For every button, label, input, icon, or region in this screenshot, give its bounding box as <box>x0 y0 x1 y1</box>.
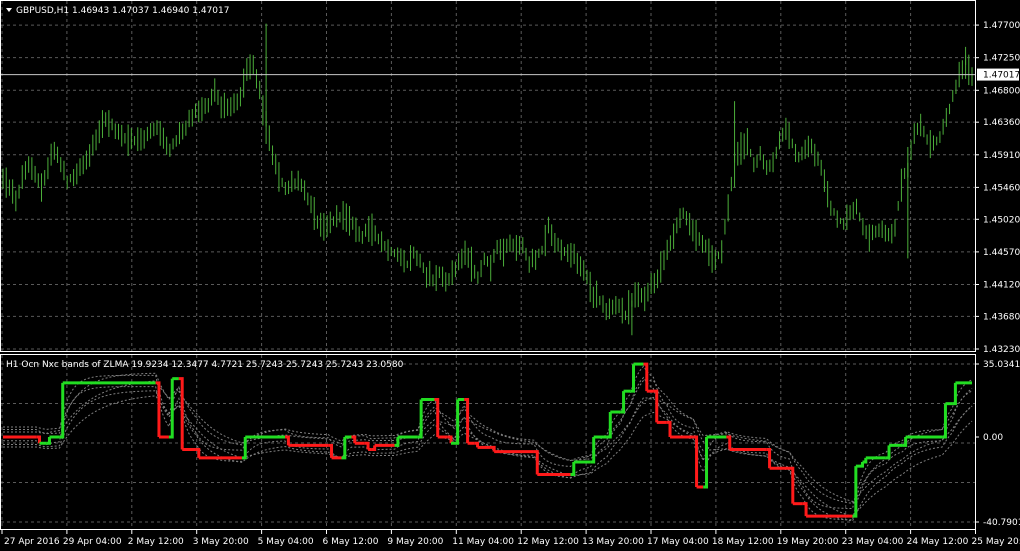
y-tick-label: 35.0341 <box>983 360 1020 370</box>
x-tick-label: 23 May 04:00 <box>842 537 904 547</box>
y-tick-label: 1.44570 <box>983 248 1020 258</box>
symbol-header[interactable]: GBPUSD,H1 1.46943 1.47037 1.46940 1.4701… <box>6 6 229 16</box>
y-tick-label: 1.45020 <box>983 215 1020 225</box>
x-tick-label: 17 May 04:00 <box>647 537 709 547</box>
y-tick-label: 1.47700 <box>983 21 1020 31</box>
y-tick-label: 1.43230 <box>983 345 1020 355</box>
y-tick-label: 1.43680 <box>983 312 1020 322</box>
x-tick-label: 5 May 04:00 <box>258 537 314 547</box>
indicator-label: H1 Ocn Nxc bands of ZLMA 19.9234 12.3477… <box>6 360 404 370</box>
symbol-ohlc-label: GBPUSD,H1 1.46943 1.47037 1.46940 1.4701… <box>16 6 229 16</box>
y-tick-label: 1.45460 <box>983 183 1020 193</box>
x-tick-label: 24 May 12:00 <box>907 537 969 547</box>
x-tick-label: 13 May 20:00 <box>582 537 644 547</box>
chart-canvas: 1.47700 1.47250 1.46800 1.46360 1.45910 1.454… <box>0 0 1020 551</box>
y-tick-label: 1.46360 <box>983 118 1020 128</box>
x-tick-label: 9 May 20:00 <box>387 537 443 547</box>
x-tick-label: 2 May 12:00 <box>128 537 184 547</box>
y-tick-label: 1.45910 <box>983 151 1020 161</box>
y-tick-label: 1.47250 <box>983 54 1020 64</box>
y-tick-label: 1.46800 <box>983 86 1020 96</box>
x-tick-label: 27 Apr 2016 <box>4 537 60 547</box>
x-tick-label: 11 May 04:00 <box>452 537 514 547</box>
x-tick-label: 29 Apr 04:00 <box>63 537 122 547</box>
chart-background <box>0 0 1020 551</box>
y-tick-label: 0.00 <box>983 433 1003 443</box>
x-tick-label: 3 May 20:00 <box>193 537 249 547</box>
y-tick-label: -40.7901 <box>983 518 1020 528</box>
y-tick-label: 1.44120 <box>983 281 1020 291</box>
x-tick-label: 18 May 12:00 <box>712 537 774 547</box>
current-price-label: 1.47017 <box>983 71 1020 81</box>
x-tick-label: 25 May 20:00 <box>972 537 1020 547</box>
x-tick-label: 19 May 20:00 <box>777 537 839 547</box>
x-tick-label: 6 May 12:00 <box>323 537 379 547</box>
x-tick-label: 12 May 12:00 <box>517 537 579 547</box>
